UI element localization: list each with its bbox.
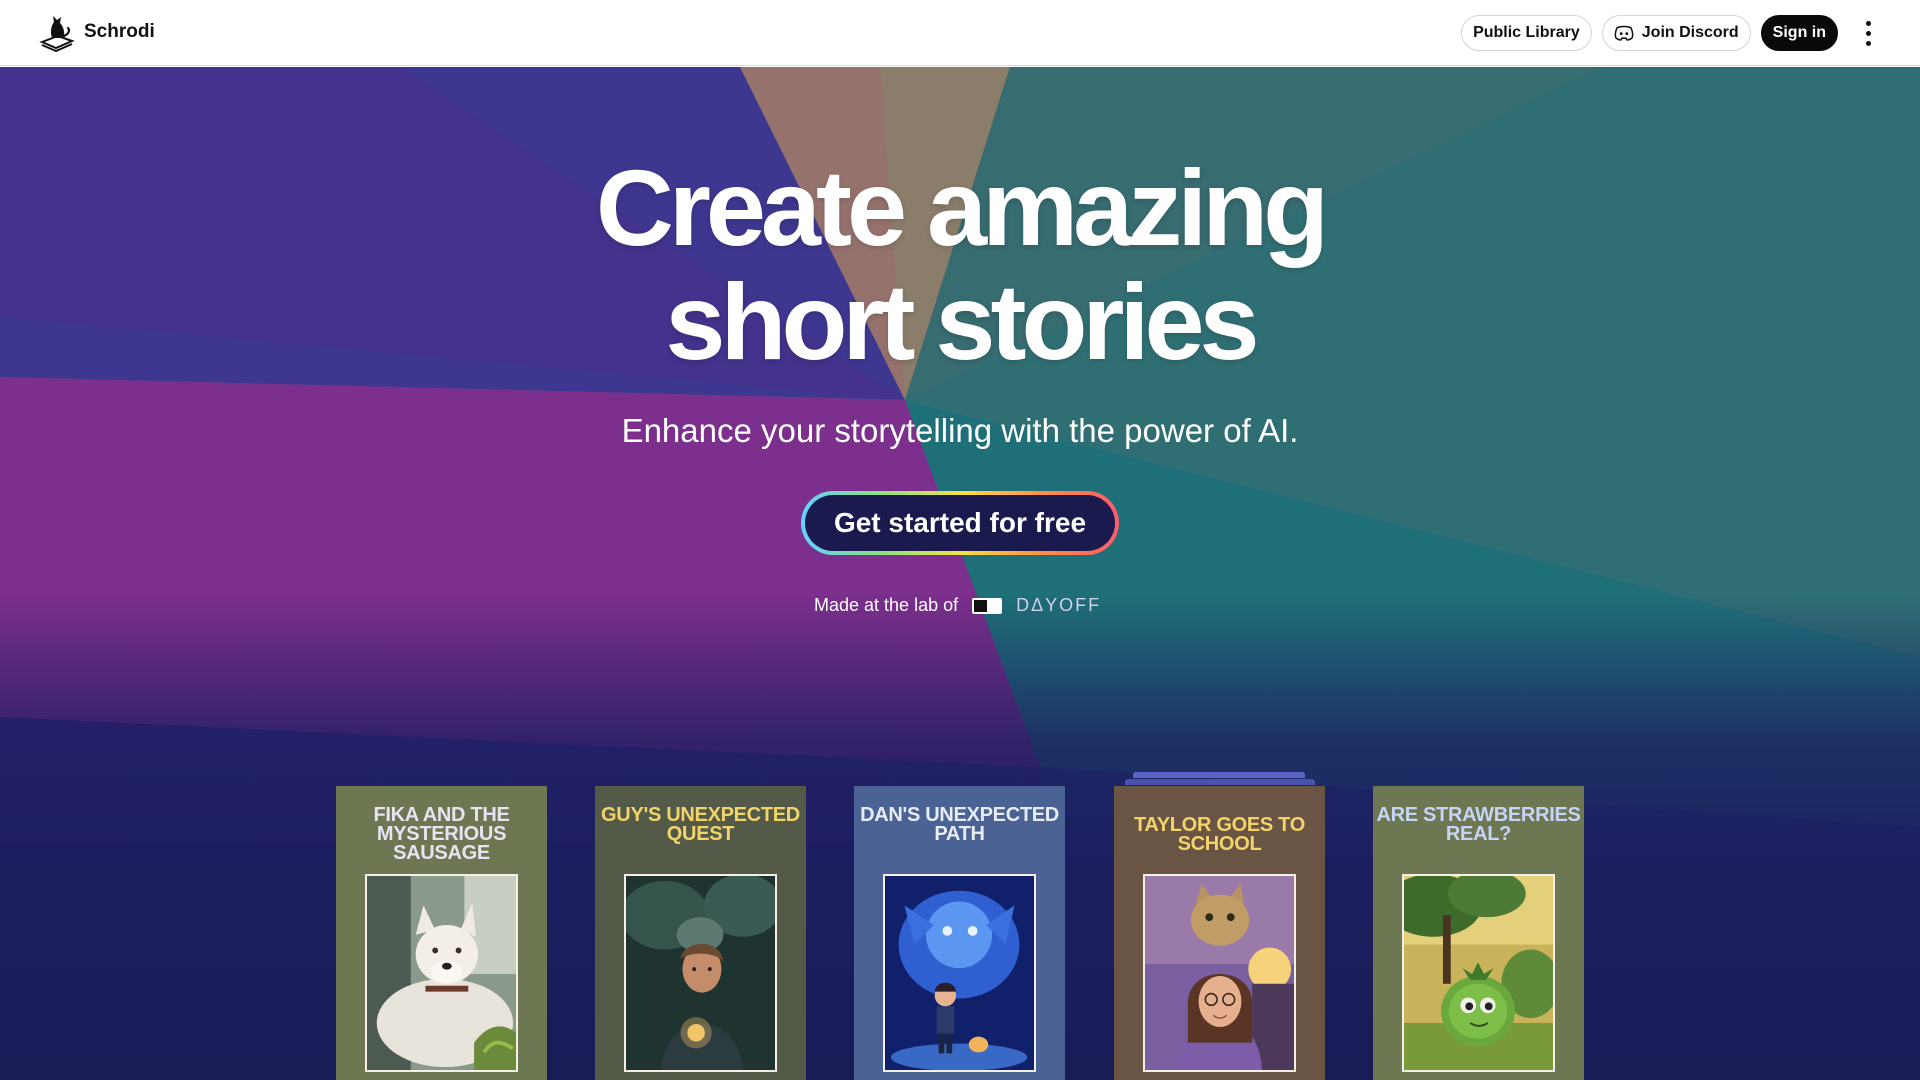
made-by-credit: Made at the lab of DΔYOFF — [814, 595, 1101, 616]
book-cover-image-green-fruit-character — [1402, 874, 1555, 1072]
book-card-strawberries[interactable]: ARE STRAWBERRIES REAL? — [1373, 786, 1584, 1080]
book-cover-image-girl-with-cat — [1143, 874, 1296, 1072]
brand-name: Schrodi — [84, 21, 155, 42]
book-cover-image-boy-with-blue-creature — [883, 874, 1036, 1072]
brand-home-link[interactable]: Schrodi — [36, 12, 155, 52]
book-cover-image-white-husky-dog — [365, 874, 518, 1072]
hero-headline-line2: short stories — [665, 261, 1259, 382]
sign-in-label: Sign in — [1772, 24, 1826, 41]
book-title: GUY'S UNEXPECTED QUEST — [601, 804, 800, 845]
header-actions: Public Library Join Discord Sign in — [1461, 15, 1880, 51]
book-card-dan[interactable]: DAN'S UNEXPECTED PATH — [854, 786, 1065, 1080]
book-cover-image-boy-in-forest — [624, 874, 777, 1072]
schrodi-cat-logo-icon — [39, 16, 75, 52]
dayoff-logo-icon[interactable] — [972, 597, 1003, 614]
made-by-text: Made at the lab of — [814, 595, 959, 615]
public-library-label: Public Library — [1473, 24, 1580, 41]
sign-in-button[interactable]: Sign in — [1760, 15, 1838, 51]
get-started-label: Get started for free — [805, 495, 1115, 551]
hero-section: Create amazing short stories Enhance you… — [0, 67, 1920, 1080]
book-title: FIKA AND THE MYSTERIOUS SAUSAGE — [373, 804, 510, 864]
hero-subtitle: Enhance your storytelling with the power… — [621, 412, 1299, 449]
book-card-fika[interactable]: FIKA AND THE MYSTERIOUS SAUSAGE — [336, 786, 547, 1080]
more-options-icon[interactable] — [1856, 15, 1880, 51]
book-card-taylor[interactable]: TAYLOR GOES TO SCHOOL — [1114, 786, 1325, 1080]
dayoff-lab-link[interactable]: DΔYOFF — [1016, 595, 1101, 616]
top-navigation-bar: Schrodi Public Library Join Discord Sign… — [0, 0, 1920, 66]
book-hover-tab — [1125, 779, 1315, 785]
book-card-guy[interactable]: GUY'S UNEXPECTED QUEST — [595, 786, 806, 1080]
book-title: DAN'S UNEXPECTED PATH — [860, 804, 1059, 845]
book-hover-tab — [1133, 772, 1305, 778]
get-started-button[interactable]: Get started for free — [801, 491, 1119, 555]
book-title: ARE STRAWBERRIES REAL? — [1376, 804, 1581, 845]
join-discord-label: Join Discord — [1641, 24, 1739, 41]
public-library-button[interactable]: Public Library — [1461, 15, 1592, 51]
discord-icon — [1614, 25, 1634, 41]
book-title: TAYLOR GOES TO SCHOOL — [1133, 814, 1305, 855]
hero-headline-line1: Create amazing — [595, 147, 1329, 268]
join-discord-button[interactable]: Join Discord — [1601, 15, 1751, 51]
